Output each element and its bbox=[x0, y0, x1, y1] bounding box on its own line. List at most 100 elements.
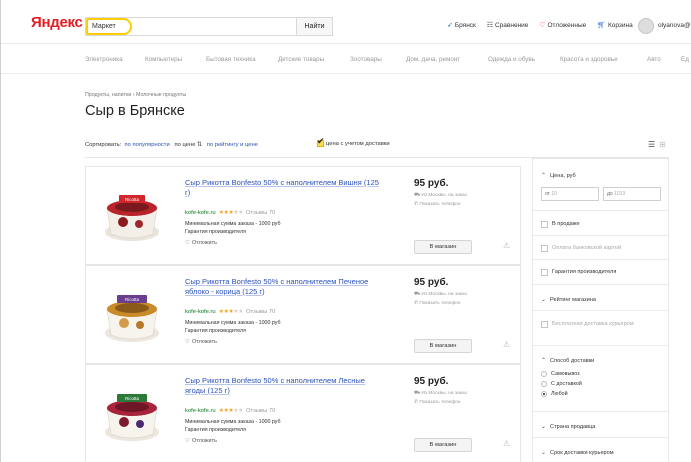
warning-icon[interactable]: ⚠ bbox=[503, 340, 510, 349]
shop-name[interactable]: kofe-kofe.ru bbox=[185, 210, 216, 216]
cart-link[interactable]: 🛒︎ Корзина bbox=[597, 22, 633, 29]
min-order-text: Минимальная сумма заказа - 1000 руб bbox=[185, 419, 281, 425]
sort-by-popularity[interactable]: по популярности bbox=[124, 142, 169, 148]
delivery-price-checkbox[interactable]: цена с учетом доставки bbox=[317, 136, 390, 147]
filter-guarantee[interactable]: Гарантия производителя bbox=[541, 269, 616, 276]
header-links: ➶ Брянск ☷ Сравнение ♡ Отложенные 🛒︎ Корзина bbox=[447, 22, 642, 29]
filter-seller-country[interactable]: ⌄ Страна продавца bbox=[541, 423, 595, 430]
defer-button[interactable]: ♡ Отложить bbox=[185, 438, 217, 444]
checkbox-icon bbox=[541, 269, 548, 276]
show-phone-link[interactable]: ✆ Показать телефон bbox=[414, 400, 460, 405]
reviews-link[interactable]: Отзывы 70 bbox=[246, 309, 275, 315]
filter-in-sale[interactable]: В продаже bbox=[541, 221, 580, 228]
compare-link[interactable]: ☷ Сравнение bbox=[487, 22, 529, 29]
category-item[interactable]: Дом, дача, ремонт bbox=[406, 56, 460, 63]
deferred-link[interactable]: ♡ Отложенные bbox=[539, 22, 586, 29]
price-to-input[interactable]: до 1013 bbox=[603, 187, 661, 201]
product-name-link[interactable]: Сыр Рикотта Bonfesto 50% с наполнителем … bbox=[185, 376, 380, 395]
category-item[interactable]: Компьютеры bbox=[145, 56, 182, 63]
category-item[interactable]: Бытовая техника bbox=[206, 56, 256, 63]
to-store-button[interactable]: В магазин bbox=[414, 339, 472, 353]
shop-row: kofe-kofe.ru ★★★★★ Отзывы 70 bbox=[185, 308, 275, 316]
divider bbox=[533, 259, 668, 260]
show-phone-link[interactable]: ✆ Показать телефон bbox=[414, 301, 460, 306]
region-link[interactable]: ➶ Брянск bbox=[447, 22, 476, 29]
category-item[interactable]: Детские товары bbox=[278, 56, 324, 63]
filter-free-courier[interactable]: Бесплатная доставка курьером bbox=[541, 321, 651, 328]
heart-icon: ♡ bbox=[539, 22, 546, 29]
divider bbox=[533, 345, 668, 346]
delivery-option-delivery[interactable]: С доставкой bbox=[541, 381, 582, 387]
category-item[interactable]: Красота и здоровье bbox=[560, 56, 618, 63]
defer-button[interactable]: ♡ Отложить bbox=[185, 240, 217, 246]
delivery-info: ⛟ Из Москвы, на заказ bbox=[414, 193, 467, 198]
price-from-input[interactable]: от 10 bbox=[541, 187, 599, 201]
guarantee-text: Гарантия производителя bbox=[185, 229, 246, 235]
shop-row: kofe-kofe.ru ★★★★★ Отзывы 70 bbox=[185, 407, 275, 415]
header: Яндекс Маркет Найти ➶ Брянск ☷ Сравнение ♡… bbox=[1, 0, 691, 44]
shop-name[interactable]: kofe-kofe.ru bbox=[185, 309, 216, 315]
delivery-option-any[interactable]: Любой bbox=[541, 391, 568, 397]
category-item[interactable]: Авто bbox=[647, 56, 661, 63]
svg-text:Ricotta: Ricotta bbox=[125, 396, 140, 401]
product-card: Ricotta Сыр Рикотта Bonfesto 50% с напол… bbox=[85, 265, 521, 364]
chevron-down-icon: ⌄ bbox=[541, 450, 547, 456]
checkbox-icon bbox=[541, 245, 548, 252]
yandex-logo[interactable]: Яндекс bbox=[31, 14, 83, 31]
breadcrumb[interactable]: Продукты, напитки › Молочные продукты bbox=[85, 92, 186, 98]
product-image[interactable]: Ricotta bbox=[99, 182, 165, 248]
product-price: 95 руб. bbox=[414, 277, 449, 288]
grid-view-icon[interactable]: ⊞ bbox=[659, 140, 666, 149]
warning-icon[interactable]: ⚠ bbox=[503, 241, 510, 250]
divider bbox=[533, 210, 668, 211]
product-name-link[interactable]: Сыр Рикотта Bonfesto 50% с наполнителем … bbox=[185, 178, 380, 197]
filter-delivery-method[interactable]: ⌃ Способ доставки bbox=[541, 357, 594, 364]
sort-label: Сортировать: bbox=[85, 142, 122, 148]
reviews-link[interactable]: Отзывы 70 bbox=[246, 210, 275, 216]
rating-stars: ★★★★★ bbox=[218, 309, 244, 315]
product-price: 95 руб. bbox=[414, 178, 449, 189]
to-store-button[interactable]: В магазин bbox=[414, 438, 472, 452]
guarantee-text: Гарантия производителя bbox=[185, 427, 246, 433]
divider bbox=[533, 437, 668, 438]
search-button[interactable]: Найти bbox=[296, 18, 332, 35]
defer-button[interactable]: ♡ Отложить bbox=[185, 339, 217, 345]
delivery-option-pickup[interactable]: Самовывоз bbox=[541, 371, 580, 377]
product-image[interactable]: Ricotta bbox=[99, 281, 165, 347]
filter-shop-rating[interactable]: ⌄ Рейтинг магазина bbox=[541, 296, 596, 303]
username[interactable]: olyanova@ bbox=[658, 22, 691, 29]
chevron-up-icon: ⌃ bbox=[541, 358, 547, 364]
sort-by-price[interactable]: по цене ⇅ bbox=[175, 142, 202, 148]
product-name-link[interactable]: Сыр Рикотта Bonfesto 50% с наполнителем … bbox=[185, 277, 380, 296]
avatar[interactable] bbox=[638, 18, 654, 34]
min-order-text: Минимальная сумма заказа - 1000 руб bbox=[185, 320, 281, 326]
chevron-down-icon: ⌄ bbox=[541, 297, 547, 303]
search-service-tag[interactable]: Маркет bbox=[86, 18, 132, 35]
filter-courier-time[interactable]: ⌄ Срок доставки курьером bbox=[541, 449, 614, 456]
guarantee-text: Гарантия производителя bbox=[185, 328, 246, 334]
svg-text:Ricotta: Ricotta bbox=[125, 297, 140, 302]
cart-icon: 🛒︎ bbox=[597, 22, 606, 29]
category-item[interactable]: Электроника bbox=[85, 56, 123, 63]
category-item[interactable]: Зоотовары bbox=[350, 56, 382, 63]
divider bbox=[533, 235, 668, 236]
svg-text:Ricotta: Ricotta bbox=[125, 197, 140, 202]
chevron-down-icon: ⌄ bbox=[541, 424, 547, 430]
filter-price-title[interactable]: ⌃ Цена, руб bbox=[541, 172, 576, 179]
category-nav: Электроника Компьютеры Бытовая техника Д… bbox=[1, 44, 691, 74]
shop-name[interactable]: kofe-kofe.ru bbox=[185, 408, 216, 414]
warning-icon[interactable]: ⚠ bbox=[503, 439, 510, 448]
to-store-button[interactable]: В магазин bbox=[414, 240, 472, 254]
filter-bank-card[interactable]: Оплата банковской картой bbox=[541, 245, 621, 252]
search-input[interactable] bbox=[134, 18, 381, 35]
category-item[interactable]: Ед bbox=[681, 56, 689, 63]
show-phone-link[interactable]: ✆ Показать телефон bbox=[414, 202, 460, 207]
list-view-icon[interactable]: ☰ bbox=[648, 140, 655, 149]
category-item[interactable]: Одежда и обувь bbox=[488, 56, 535, 63]
radio-selected-icon bbox=[541, 391, 547, 397]
view-switcher: ☰ ⊞ bbox=[648, 140, 666, 149]
checkbox-icon bbox=[541, 221, 548, 228]
sort-by-rating[interactable]: по рейтингу и цене bbox=[207, 142, 258, 148]
reviews-link[interactable]: Отзывы 70 bbox=[246, 408, 275, 414]
product-image[interactable]: Ricotta bbox=[99, 380, 165, 446]
